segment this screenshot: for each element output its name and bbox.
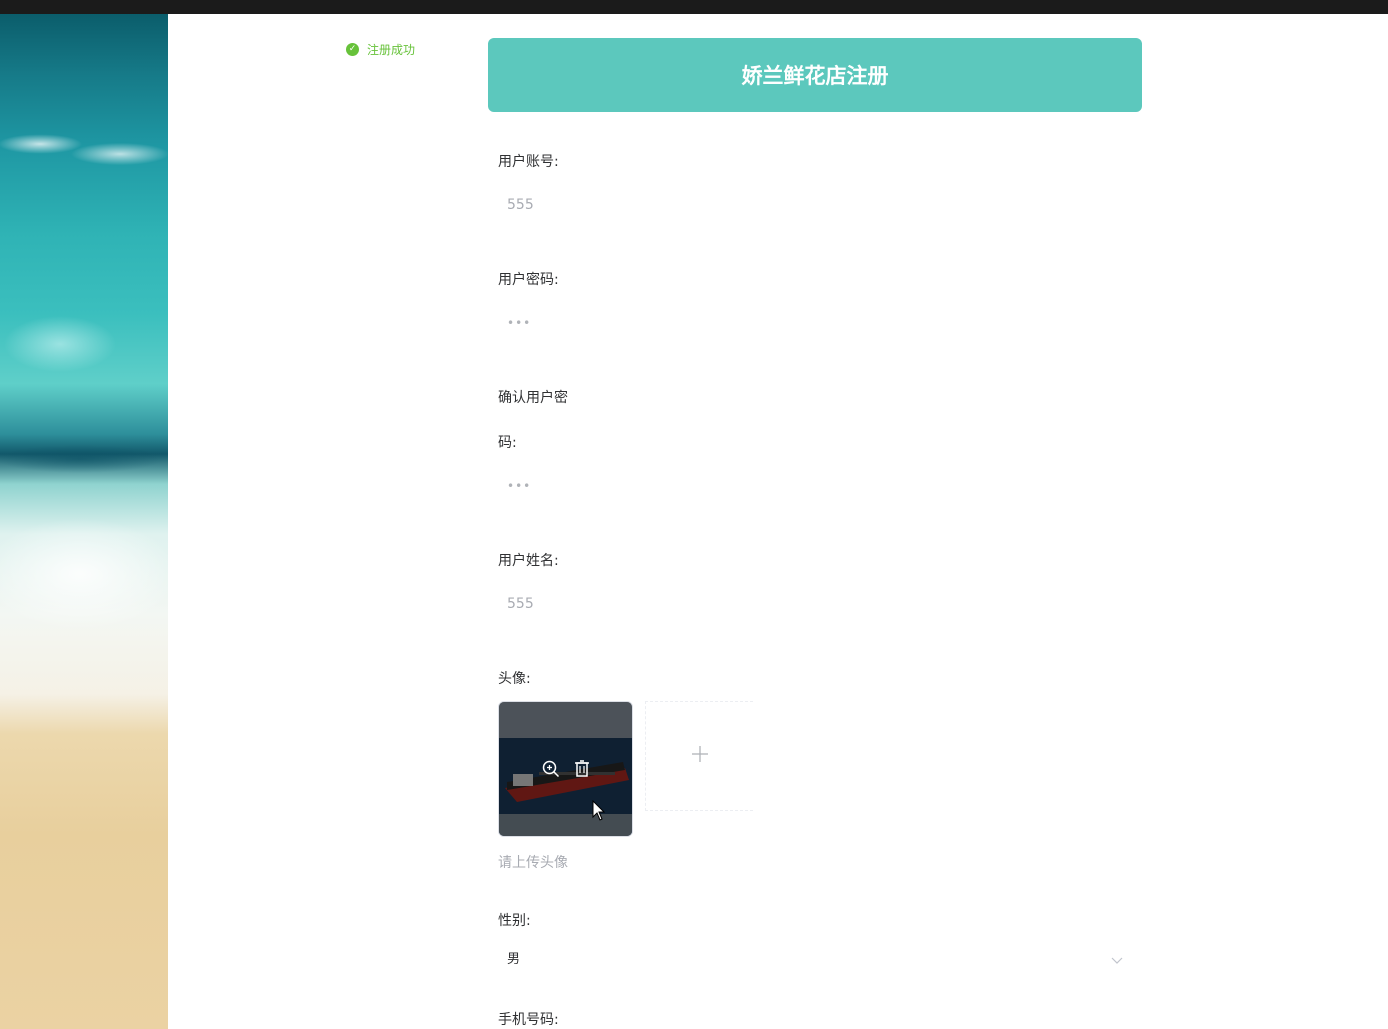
confirm-password-label-line2: 码:	[498, 435, 517, 451]
name-input[interactable]: 555	[507, 596, 534, 612]
chevron-down-icon[interactable]	[1111, 950, 1123, 969]
delete-icon[interactable]	[574, 760, 590, 778]
check-circle-icon: ✓	[346, 42, 359, 56]
account-label: 用户账号:	[498, 154, 559, 170]
avatar-actions	[499, 702, 632, 836]
password-input[interactable]: •••	[507, 316, 531, 330]
browser-top-bar	[0, 0, 1388, 14]
toast-message: 注册成功	[367, 42, 416, 57]
background-sea-image	[0, 14, 168, 1029]
avatar-hint: 请上传头像	[498, 855, 568, 871]
mouse-cursor-icon	[592, 799, 606, 826]
name-label: 用户姓名:	[498, 553, 559, 569]
confirm-password-label-line1: 确认用户密	[498, 390, 568, 406]
account-input[interactable]: 555	[507, 197, 534, 213]
zoom-in-icon[interactable]	[542, 760, 560, 778]
page-title: 娇兰鲜花店注册	[488, 38, 1142, 112]
success-toast: ✓ 注册成功	[346, 40, 415, 58]
avatar-preview[interactable]	[498, 701, 633, 837]
gender-select[interactable]: 男	[507, 948, 520, 967]
confirm-password-input[interactable]: •••	[507, 479, 531, 493]
password-label: 用户密码:	[498, 272, 559, 288]
avatar-upload-button[interactable]	[645, 701, 753, 811]
plus-icon	[691, 745, 709, 767]
avatar-label: 头像:	[498, 671, 531, 687]
gender-label: 性别:	[498, 913, 531, 929]
phone-label: 手机号码:	[498, 1012, 559, 1028]
